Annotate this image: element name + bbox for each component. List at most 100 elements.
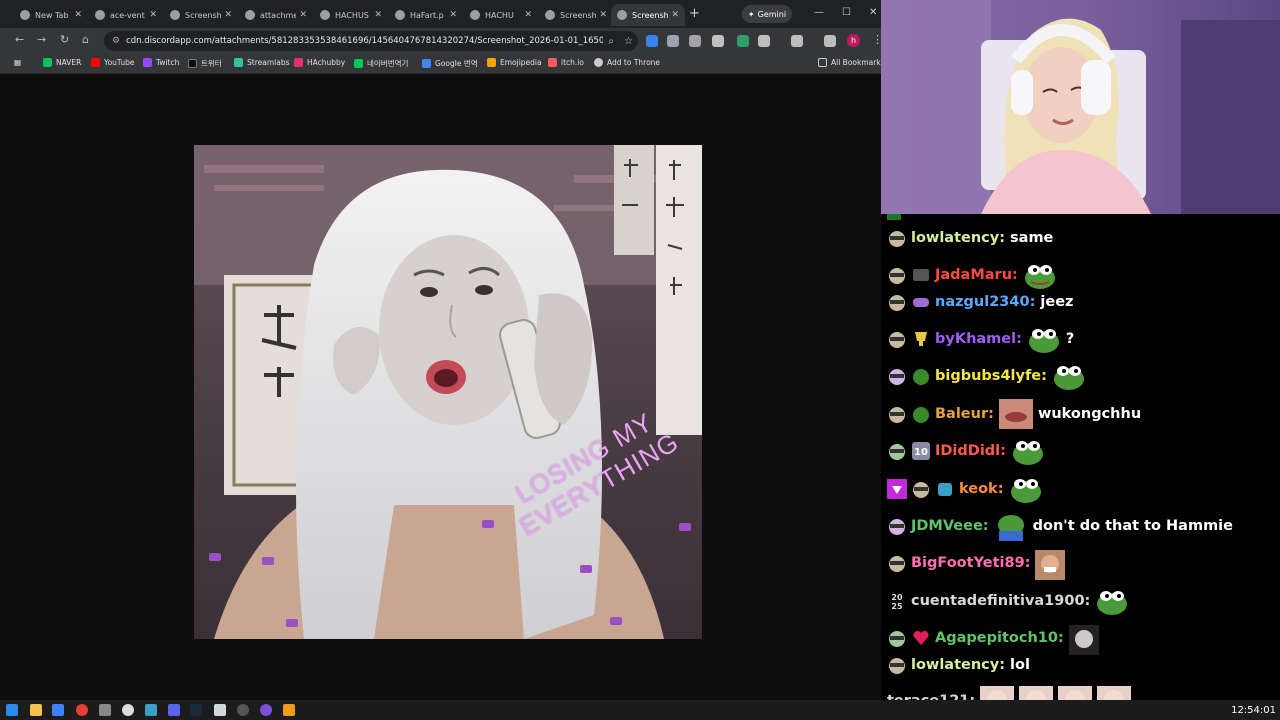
tab-ace-vent[interactable]: ace-vent ✕ [89,4,163,26]
pepe-emote-icon [1011,436,1045,466]
year-2025-badge-icon: 20 25 [887,591,907,611]
app-icon[interactable] [122,704,134,716]
profile-avatar[interactable]: h [847,34,860,47]
papago-icon [354,59,363,68]
globe-icon [617,10,627,20]
tab-hachu[interactable]: HACHU ✕ [464,4,538,26]
site-info-icon[interactable]: ⚙ [112,36,120,46]
app-icon[interactable] [260,704,272,716]
apps-grid-icon[interactable]: ▦ [14,58,21,67]
goblin-badge-icon [911,404,931,424]
url-text[interactable]: cdn.discordapp.com/attachments/581283353… [126,36,603,46]
chat-message: keok: [887,474,1048,504]
vlc-icon[interactable] [283,704,295,716]
chrome-icon [20,10,30,20]
bookmark-throne[interactable]: Add to Throne [594,58,660,67]
goblin-badge-icon [911,366,931,386]
x-logo-icon [188,59,197,68]
bookmark-youtube[interactable]: YouTube [91,58,135,67]
chrome-icon[interactable] [76,704,88,716]
svg-text:10: 10 [914,447,928,458]
emojipedia-icon [487,58,496,67]
bookmark-twitch[interactable]: Twitch [143,58,179,67]
chat-message: Agapepitoch10: [887,623,1104,655]
bookmark-naver-translate[interactable]: 네이버번역기 [354,58,408,69]
lips-emote-icon [998,399,1033,429]
robot-badge-icon [935,479,955,499]
close-icon[interactable]: ✕ [374,10,382,20]
back-icon[interactable]: ← [15,33,24,46]
screenshot-image: LOSING MY EVERYTHING [194,145,702,639]
extension-icon-2[interactable] [667,35,679,47]
bookmark-itchio[interactable]: itch.io [548,58,584,67]
menu-kebab-icon[interactable]: ⋮ [872,33,881,46]
discord-icon[interactable] [168,704,180,716]
bookmark-streamlabs[interactable]: Streamlabs [234,58,289,67]
bookmark-hachubby[interactable]: HAchubby [294,58,345,67]
sidebar-icon[interactable] [791,35,803,47]
gemini-button[interactable]: ✦ Gemini [742,5,792,23]
chat-message: lowlatency: lol [887,650,1030,680]
close-icon[interactable]: ✕ [224,10,232,20]
maximize-icon[interactable]: ☐ [842,7,851,18]
meme-photo [194,145,702,639]
bookmark-google-translate[interactable]: Google 번역 [422,58,478,69]
extension-icon-1[interactable] [646,35,658,47]
close-window-icon[interactable]: ✕ [869,7,877,18]
youtube-icon [91,58,100,67]
face-emote-icon [1019,686,1054,700]
face-emote-icon [1097,686,1132,700]
windows-start-icon[interactable] [6,704,18,716]
close-icon[interactable]: ✕ [524,10,532,20]
face-emote-icon [980,686,1015,700]
app-icon[interactable] [145,704,157,716]
globe-icon [395,10,405,20]
close-icon[interactable]: ✕ [599,10,607,20]
address-bar[interactable]: ⚙ cdn.discordapp.com/attachments/5812833… [104,31,638,51]
tab-new-tab[interactable]: New Tab ✕ [14,4,88,26]
tab-attachment[interactable]: attachme ✕ [239,4,313,26]
home-icon[interactable]: ⌂ [82,33,89,46]
all-bookmarks-button[interactable]: All Bookmarks [818,58,881,67]
tab-screenshot-2[interactable]: Screensh ✕ [539,4,613,26]
google-translate-icon [422,59,431,68]
extensions-puzzle-icon[interactable] [758,35,770,47]
new-tab-button[interactable]: + [689,6,700,21]
steam-icon[interactable] [190,704,202,716]
zoom-search-icon[interactable]: ⌕ [608,36,614,47]
bookmark-emojipedia[interactable]: Emojipedia [487,58,542,67]
raccoon-badge-icon [887,228,907,248]
close-icon[interactable]: ✕ [74,10,82,20]
globe-icon [320,10,330,20]
close-icon[interactable]: ✕ [149,10,157,20]
raccoon-badge-icon [887,516,907,536]
chat-message: Baleur: wukongchhu [887,399,1141,429]
bookmark-star-icon[interactable]: ☆ [624,36,633,47]
bookmarks-bar: ▦ NAVER YouTube Twitch 트위터 Streamlabs HA… [0,54,881,74]
reload-icon[interactable]: ↻ [60,33,69,46]
close-icon[interactable]: ✕ [449,10,457,20]
bookmark-twitter[interactable]: 트위터 [188,58,222,69]
forward-icon[interactable]: → [37,33,46,46]
pepe-emote-icon [1009,474,1043,504]
bookmark-naver[interactable]: NAVER [43,58,81,67]
minimize-icon[interactable]: — [814,7,824,18]
tab-hachus[interactable]: HACHUS ✕ [314,4,388,26]
file-explorer-icon[interactable] [30,704,42,716]
extension-icon-4[interactable] [712,35,724,47]
face-emote-icon [1058,686,1093,700]
close-icon[interactable]: ✕ [299,10,307,20]
app-icon[interactable] [99,704,111,716]
obs-icon[interactable] [237,704,249,716]
close-icon[interactable]: ✕ [671,10,679,20]
download-icon[interactable] [824,35,836,47]
extension-icon-5[interactable] [737,35,749,47]
browser-window: New Tab ✕ ace-vent ✕ Screensh ✕ attachme ✕ H… [0,0,881,700]
tab-screenshot-active[interactable]: Screensh ✕ [611,4,685,26]
app-icon[interactable] [52,704,64,716]
app-icon[interactable] [214,704,226,716]
extension-icon-3[interactable] [689,35,701,47]
tab-screenshot-1[interactable]: Screensh ✕ [164,4,238,26]
stream-chat: lowlatency: same JadaMaru: nazgul2340: j… [881,214,1280,700]
tab-hafart[interactable]: HaFart.p ✕ [389,4,463,26]
